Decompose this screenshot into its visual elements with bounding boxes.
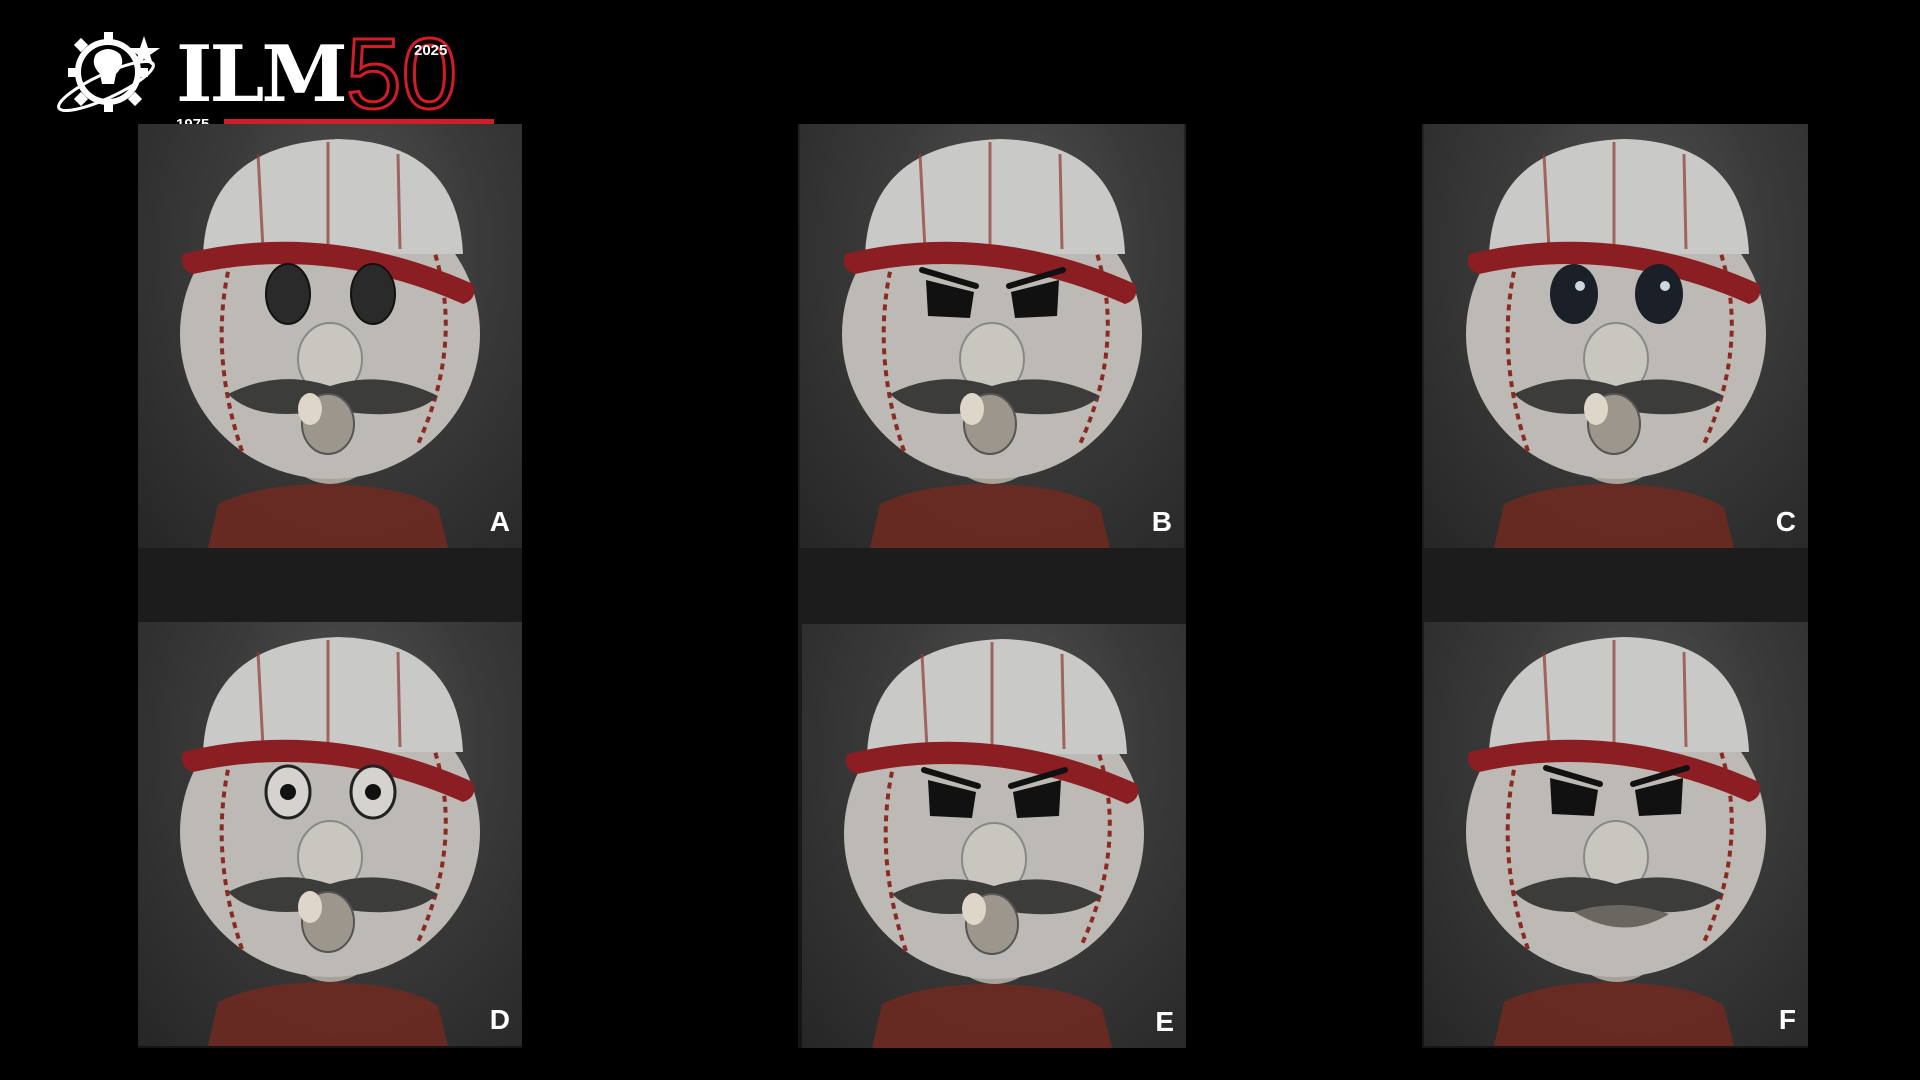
expression-panel-f[interactable]: F xyxy=(1424,622,1808,1046)
expression-panel-a[interactable]: A xyxy=(138,124,522,548)
panel-label: B xyxy=(1151,506,1172,537)
panel-label: C xyxy=(1775,506,1796,537)
logo-anniversary-number: 50 xyxy=(344,18,458,130)
expression-panel-e[interactable]: E xyxy=(802,624,1186,1048)
logo-year-end: 2025 xyxy=(414,42,448,59)
panel-label: A xyxy=(489,506,510,537)
panel-label: E xyxy=(1155,1006,1174,1037)
character-head-illustration xyxy=(1466,637,1766,1046)
gear-lightbulb-icon xyxy=(57,32,160,113)
expression-panel-c[interactable]: C xyxy=(1424,124,1808,548)
ilm50-logo: ILM 50 1975 2025 xyxy=(56,18,496,134)
panel-label: F xyxy=(1778,1004,1796,1035)
character-head-illustration xyxy=(1466,139,1766,548)
expression-panel-b[interactable]: B xyxy=(800,124,1184,548)
logo-wordmark: ILM xyxy=(176,29,348,120)
character-head-illustration xyxy=(844,639,1144,1048)
character-head-illustration xyxy=(842,139,1142,548)
character-head-illustration xyxy=(180,637,480,1046)
expression-panel-d[interactable]: D xyxy=(138,622,522,1046)
character-head-illustration xyxy=(180,139,480,548)
panel-label: D xyxy=(489,1004,510,1035)
